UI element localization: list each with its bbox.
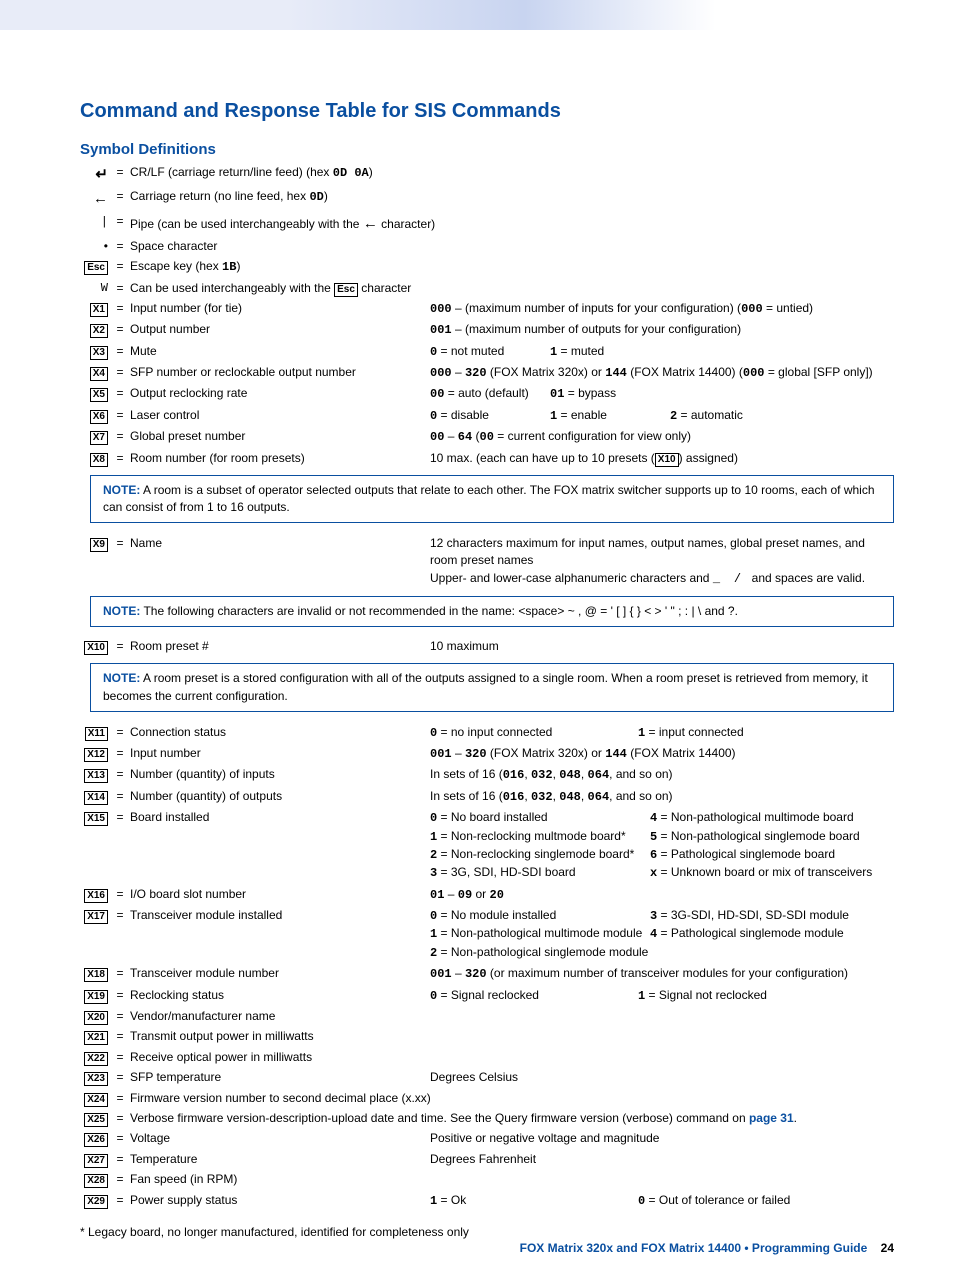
x12-label: X12 <box>84 748 108 762</box>
x7-label: X7 <box>90 431 108 445</box>
row-x20: X20=Vendor/manufacturer name <box>80 1007 894 1027</box>
row-x16: X16 = I/O board slot number 01 – 09 or 2… <box>80 884 894 905</box>
note-room: NOTE: A room is a subset of operator sel… <box>90 475 894 524</box>
x23-label: X23 <box>84 1072 108 1086</box>
row-x11: X11 = Connection status 0 = no input con… <box>80 722 894 743</box>
row-x10: X10 = Room preset # 10 maximum <box>80 637 894 657</box>
row-x18: X18 = Transceiver module number 001 – 32… <box>80 964 894 985</box>
x21-label: X21 <box>84 1031 108 1045</box>
row-x1: X1 = Input number (for tie) 000 – (maxim… <box>80 298 894 319</box>
x25-label: X25 <box>84 1113 108 1127</box>
row-x19: X19 = Reclocking status 0 = Signal reclo… <box>80 985 894 1006</box>
row-x29: X29 = Power supply status 1 = Ok 0 = Out… <box>80 1190 894 1211</box>
note-invalid-chars: NOTE: The following characters are inval… <box>90 596 894 627</box>
x28-label: X28 <box>84 1174 108 1188</box>
x4-label: X4 <box>90 367 108 381</box>
row-x15: X15 = Board installed 0 = No board insta… <box>80 808 894 885</box>
sym-row-cr: = Carriage return (no line feed, hex 0D) <box>80 187 894 212</box>
note-room-preset: NOTE: A room preset is a stored configur… <box>90 663 894 712</box>
x11-label: X11 <box>85 727 108 741</box>
row-x27: X27=TemperatureDegrees Fahrenheit <box>80 1149 894 1169</box>
sym-row-space: = Space character <box>80 236 894 256</box>
row-x17: X17 = Transceiver module installed 0 = N… <box>80 906 894 964</box>
row-x2: X2 = Output number 001 – (maximum number… <box>80 320 894 341</box>
row-x13: X13 = Number (quantity) of inputs In set… <box>80 765 894 786</box>
x24-label: X24 <box>84 1093 108 1107</box>
page: Command and Response Table for SIS Comma… <box>0 0 954 1279</box>
x22-label: X22 <box>84 1052 108 1066</box>
page-31-link[interactable]: page 31 <box>749 1111 794 1125</box>
x20-label: X20 <box>84 1011 108 1025</box>
header-gradient-bar <box>0 0 954 30</box>
sym-row-esc: Esc = Escape key (hex 1B) <box>80 257 894 278</box>
row-x5: X5 = Output reclocking rate 00 = auto (d… <box>80 384 894 405</box>
sym-row-crlf: = CR/LF (carriage return/line feed) (hex… <box>80 162 894 187</box>
x9-label: X9 <box>90 538 108 552</box>
row-x25: X25 = Verbose firmware version-descripti… <box>80 1108 894 1128</box>
x3-label: X3 <box>90 346 108 360</box>
page-number: 24 <box>881 1241 894 1255</box>
row-x8: X8 = Room number (for room presets) 10 m… <box>80 448 894 468</box>
x19-label: X19 <box>84 990 108 1004</box>
row-x12: X12 = Input number 001 – 320 (FOX Matrix… <box>80 743 894 764</box>
x10-label: X10 <box>84 641 108 655</box>
row-x3: X3 = Mute 0 = not muted 1 = muted <box>80 341 894 362</box>
row-x14: X14 = Number (quantity) of outputs In se… <box>80 786 894 807</box>
page-footer: FOX Matrix 320x and FOX Matrix 14400 • P… <box>520 1241 894 1255</box>
sym-row-w: W = Can be used interchangeably with the… <box>80 278 894 298</box>
legacy-footnote: * Legacy board, no longer manufactured, … <box>80 1225 894 1239</box>
x26-label: X26 <box>84 1133 108 1147</box>
pipe-icon <box>101 214 108 228</box>
x5-label: X5 <box>90 388 108 402</box>
x15-label: X15 <box>84 812 108 826</box>
x27-label: X27 <box>84 1154 108 1168</box>
crlf-icon <box>95 168 108 182</box>
row-x9: X9 = Name 12 characters maximum for inpu… <box>80 533 894 589</box>
x29-label: X29 <box>84 1195 108 1209</box>
x17-label: X17 <box>84 910 108 924</box>
row-x7: X7 = Global preset number 00 – 64 (00 = … <box>80 427 894 448</box>
dot-icon <box>104 239 108 253</box>
row-x22: X22=Receive optical power in milliwatts <box>80 1047 894 1067</box>
x10-label-inline: X10 <box>655 453 679 467</box>
section-subtitle: Symbol Definitions <box>80 141 894 158</box>
x2-label: X2 <box>90 324 108 338</box>
row-x21: X21=Transmit output power in milliwatts <box>80 1027 894 1047</box>
x6-label: X6 <box>90 410 108 424</box>
x14-label: X14 <box>84 791 108 805</box>
x8-label: X8 <box>90 453 108 467</box>
page-title: Command and Response Table for SIS Comma… <box>80 100 894 123</box>
row-x6: X6 = Laser control 0 = disable 1 = enabl… <box>80 405 894 426</box>
esc-icon-inline: Esc <box>334 283 358 297</box>
sym-row-pipe: = Pipe (can be used interchangeably with… <box>80 212 894 237</box>
x13-label: X13 <box>84 769 108 783</box>
row-x26: X26=VoltagePositive or negative voltage … <box>80 1129 894 1149</box>
esc-icon: Esc <box>84 261 108 275</box>
row-x24: X24=Firmware version number to second de… <box>80 1088 894 1108</box>
row-x28: X28=Fan speed (in RPM) <box>80 1170 894 1190</box>
row-x4: X4 = SFP number or reclockable output nu… <box>80 363 894 384</box>
x18-label: X18 <box>84 968 108 982</box>
x16-label: X16 <box>84 889 108 903</box>
cr-icon-inline <box>363 217 378 231</box>
cr-icon <box>93 192 108 206</box>
row-x23: X23=SFP temperatureDegrees Celsius <box>80 1068 894 1088</box>
x1-label: X1 <box>90 303 108 317</box>
